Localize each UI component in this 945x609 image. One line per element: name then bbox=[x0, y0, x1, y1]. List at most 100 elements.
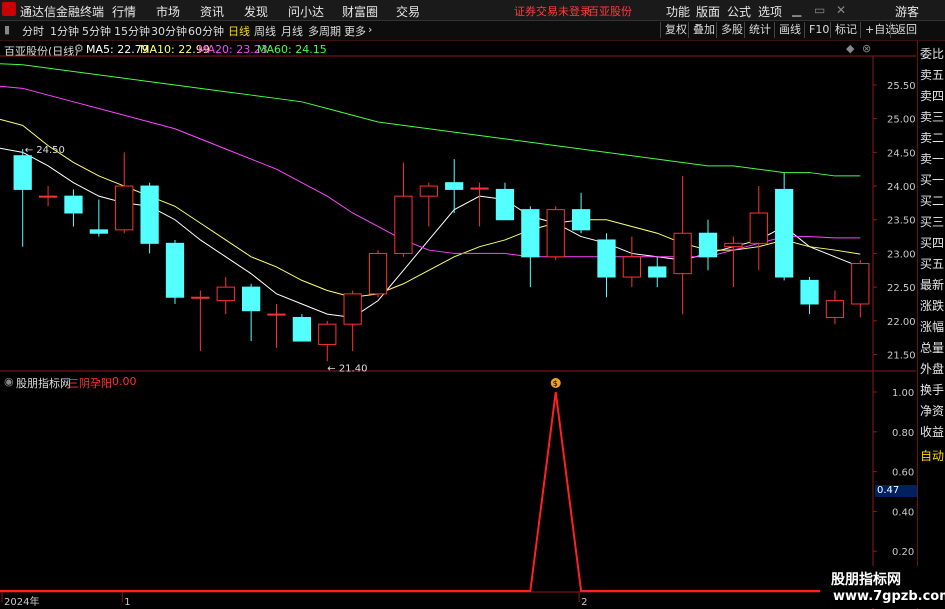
side-item-13[interactable]: 涨幅 bbox=[920, 316, 945, 338]
candle bbox=[242, 283, 261, 342]
price-tick-label: 22.50 bbox=[887, 283, 916, 294]
side-item-4[interactable]: 卖二 bbox=[920, 127, 945, 149]
candle-body bbox=[775, 188, 794, 278]
candle bbox=[216, 277, 235, 315]
candle bbox=[165, 239, 185, 304]
candle bbox=[698, 219, 718, 271]
side-item-14[interactable]: 总量 bbox=[920, 337, 945, 359]
candle-body bbox=[165, 242, 185, 298]
watermark-url: www.7gpzb.com bbox=[833, 589, 945, 604]
candle bbox=[825, 290, 845, 325]
candle bbox=[851, 260, 870, 318]
candle bbox=[292, 314, 312, 342]
candle-body bbox=[394, 195, 413, 254]
candle bbox=[597, 233, 616, 298]
time-tick-label: 1 bbox=[124, 597, 130, 608]
side-auto-toggle[interactable]: 自动 bbox=[920, 445, 945, 467]
candle-body bbox=[825, 300, 845, 318]
side-item-9[interactable]: 买四 bbox=[920, 232, 945, 254]
side-item-10[interactable]: 买五 bbox=[920, 253, 945, 275]
candle-body bbox=[622, 256, 641, 278]
candle bbox=[622, 236, 641, 288]
signal-coin-glyph: $ bbox=[553, 379, 558, 388]
side-item-3[interactable]: 卖三 bbox=[920, 106, 945, 128]
sub-tick-label: 0.80 bbox=[892, 428, 914, 439]
time-tick-label: 2 bbox=[581, 597, 587, 608]
kline-chart[interactable]: 1.00 0.80 0.60 0.40 0.20 $ 25.50 25.00 24.50 24.… bbox=[0, 0, 945, 609]
side-item-8[interactable]: 买三 bbox=[920, 211, 945, 233]
candle-body bbox=[115, 185, 134, 231]
price-tick-label: 23.00 bbox=[887, 249, 916, 260]
candle bbox=[546, 206, 565, 261]
indicator-line bbox=[0, 391, 873, 592]
side-item-18[interactable]: 收益 bbox=[920, 421, 945, 443]
price-tick-label: 22.00 bbox=[887, 317, 916, 328]
side-item-7[interactable]: 买二 bbox=[920, 190, 945, 212]
candle-body bbox=[470, 187, 489, 190]
candle bbox=[800, 277, 819, 315]
candle-body bbox=[368, 252, 388, 295]
candle bbox=[495, 182, 515, 221]
price-tick-label: 25.50 bbox=[887, 81, 916, 92]
candle-body bbox=[292, 316, 312, 342]
price-tick-label: 21.50 bbox=[887, 351, 916, 362]
candle-body bbox=[445, 182, 464, 190]
candle bbox=[343, 290, 362, 352]
ma5-line-start bbox=[0, 147, 23, 153]
candle bbox=[318, 320, 337, 362]
candle-body bbox=[38, 195, 58, 198]
candle bbox=[419, 182, 438, 227]
candle bbox=[89, 199, 108, 237]
candle-body bbox=[191, 296, 210, 299]
side-item-2[interactable]: 卖四 bbox=[920, 85, 945, 107]
time-tick-label: 2024年 bbox=[4, 595, 39, 608]
candle bbox=[673, 175, 692, 315]
candle-body bbox=[571, 209, 591, 231]
side-item-0[interactable]: 委比 bbox=[920, 43, 945, 65]
candle bbox=[775, 172, 794, 281]
candle-body bbox=[851, 263, 870, 305]
side-item-12[interactable]: 涨跌 bbox=[920, 295, 945, 317]
low-marker: ← 21.40 bbox=[327, 363, 367, 374]
candle bbox=[521, 206, 540, 288]
sub-tick-label: 0.60 bbox=[892, 468, 914, 479]
candle bbox=[470, 182, 489, 227]
ma60-line bbox=[22, 64, 861, 177]
candle-body bbox=[800, 279, 819, 305]
high-marker: ← 24.50 bbox=[25, 145, 65, 156]
watermark: 股朋指标网 www.7gpzb.com bbox=[820, 566, 945, 608]
candle-body bbox=[216, 286, 235, 302]
candle bbox=[724, 236, 743, 288]
candle bbox=[140, 182, 159, 254]
candle-body bbox=[140, 185, 159, 244]
candle-body bbox=[648, 266, 667, 278]
candle-body bbox=[318, 323, 337, 345]
candle bbox=[368, 250, 388, 298]
side-item-17[interactable]: 净资 bbox=[920, 400, 945, 422]
watermark-name: 股朋指标网 bbox=[831, 572, 901, 588]
side-item-5[interactable]: 卖一 bbox=[920, 148, 945, 170]
candle-body bbox=[673, 232, 692, 275]
candle bbox=[191, 290, 210, 352]
side-item-6[interactable]: 买一 bbox=[920, 169, 945, 191]
candle bbox=[267, 303, 286, 348]
candle-body bbox=[13, 155, 32, 190]
candle bbox=[13, 148, 32, 247]
sub-tick-label: 0.20 bbox=[892, 547, 914, 558]
candle bbox=[115, 152, 134, 234]
side-item-15[interactable]: 外盘 bbox=[920, 358, 945, 380]
side-item-1[interactable]: 卖五 bbox=[920, 64, 945, 86]
sub-tick-label: 1.00 bbox=[892, 388, 914, 399]
candle-body bbox=[419, 185, 438, 197]
side-item-11[interactable]: 最新 bbox=[920, 274, 945, 296]
side-item-16[interactable]: 换手 bbox=[920, 379, 945, 401]
candle bbox=[648, 256, 667, 288]
candle bbox=[64, 189, 83, 227]
candle bbox=[445, 159, 464, 213]
candle-body bbox=[749, 212, 768, 244]
candle bbox=[38, 186, 58, 207]
candle-body bbox=[64, 195, 83, 214]
candle-body bbox=[267, 313, 286, 316]
price-tick-label: 23.50 bbox=[887, 216, 916, 227]
ma10-line-start bbox=[0, 118, 23, 126]
